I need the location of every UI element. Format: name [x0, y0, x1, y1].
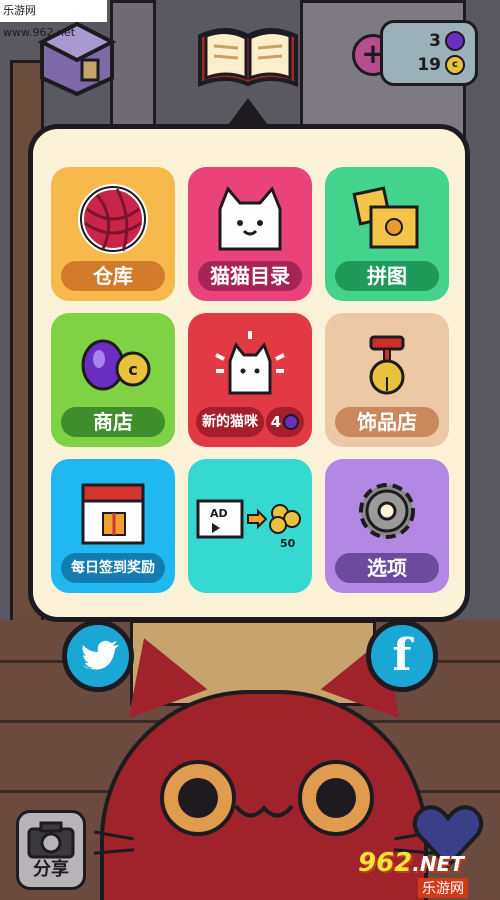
new-cats-text: 新的猫咪 — [202, 414, 258, 430]
tile-accessory-shop-label: 饰品店 — [335, 407, 439, 437]
new-cat-icon — [215, 331, 285, 395]
collar-bell-icon — [369, 335, 405, 395]
facebook-button[interactable]: f — [366, 620, 438, 692]
tile-daily-reward-label: 每日签到奖励 — [61, 553, 165, 583]
tile-shop-label: 商店 — [61, 407, 165, 437]
gear-icon — [359, 483, 415, 539]
tile-accessory-shop[interactable]: 饰品店 — [325, 313, 449, 447]
tile-shop[interactable]: c 商店 — [51, 313, 175, 447]
tile-warehouse-label: 仓库 — [61, 261, 165, 291]
twitter-button[interactable] — [62, 620, 134, 692]
reward-text: 50 — [280, 537, 296, 550]
tile-warehouse[interactable]: 仓库 — [51, 167, 175, 301]
watermark-logo-number: 962 — [358, 848, 413, 878]
tile-new-cats[interactable]: 新的猫咪 4 — [188, 313, 312, 447]
tile-puzzle[interactable]: 拼图 — [325, 167, 449, 301]
tile-daily-reward[interactable]: 每日签到奖励 — [51, 459, 175, 593]
cat-catalog-icon — [218, 186, 282, 251]
ad-text: AD — [210, 507, 228, 520]
gem-icon — [283, 414, 300, 430]
puzzle-icon — [352, 186, 419, 249]
coin-count: 19 — [417, 55, 441, 75]
calendar-gift-icon — [81, 483, 145, 545]
gem-count: 3 — [429, 31, 441, 51]
tile-cat-catalog[interactable]: 猫猫目录 — [188, 167, 312, 301]
gem-coin-icon: c — [81, 339, 151, 391]
share-button[interactable]: 分享 — [16, 810, 86, 890]
coin-icon: c — [445, 55, 465, 75]
tile-new-cats-label: 新的猫咪 — [196, 407, 264, 437]
yarn-ball-icon — [78, 184, 148, 254]
share-label: 分享 — [33, 859, 69, 880]
watermark-logo-suffix: .NET — [412, 852, 464, 876]
new-cats-price-value: 4 — [270, 413, 282, 431]
new-cats-price: 4 — [266, 407, 304, 437]
tile-puzzle-label: 拼图 — [335, 261, 439, 291]
currency-panel: 3 19 c — [380, 20, 478, 86]
watermark-top: 乐游网 www.962.net — [0, 0, 107, 39]
watermark-logo-text: 962.NET — [358, 848, 464, 878]
tile-options-label: 选项 — [335, 553, 439, 583]
watermark-logo: 962.NET 乐游网 — [358, 848, 496, 898]
tile-watch-ad[interactable]: AD 50 — [188, 459, 312, 593]
svg-text:c: c — [128, 360, 137, 379]
currency-display: + 3 19 c — [352, 20, 478, 86]
tile-cat-catalog-label: 猫猫目录 — [198, 261, 302, 291]
tile-options[interactable]: 选项 — [325, 459, 449, 593]
gem-icon — [445, 31, 465, 51]
main-menu-panel: 仓库 猫猫目录 拼图 c 商店 新的猫咪 4 饰品店 每日签到奖励 AD 50 … — [28, 124, 470, 622]
twitter-icon — [82, 640, 119, 670]
watch-ad-for-coins-icon: AD 50 — [196, 499, 301, 550]
open-book-icon — [198, 28, 298, 87]
catbook-button[interactable] — [196, 22, 300, 90]
facebook-icon: f — [392, 630, 412, 681]
watermark-logo-sub: 乐游网 — [418, 878, 468, 898]
